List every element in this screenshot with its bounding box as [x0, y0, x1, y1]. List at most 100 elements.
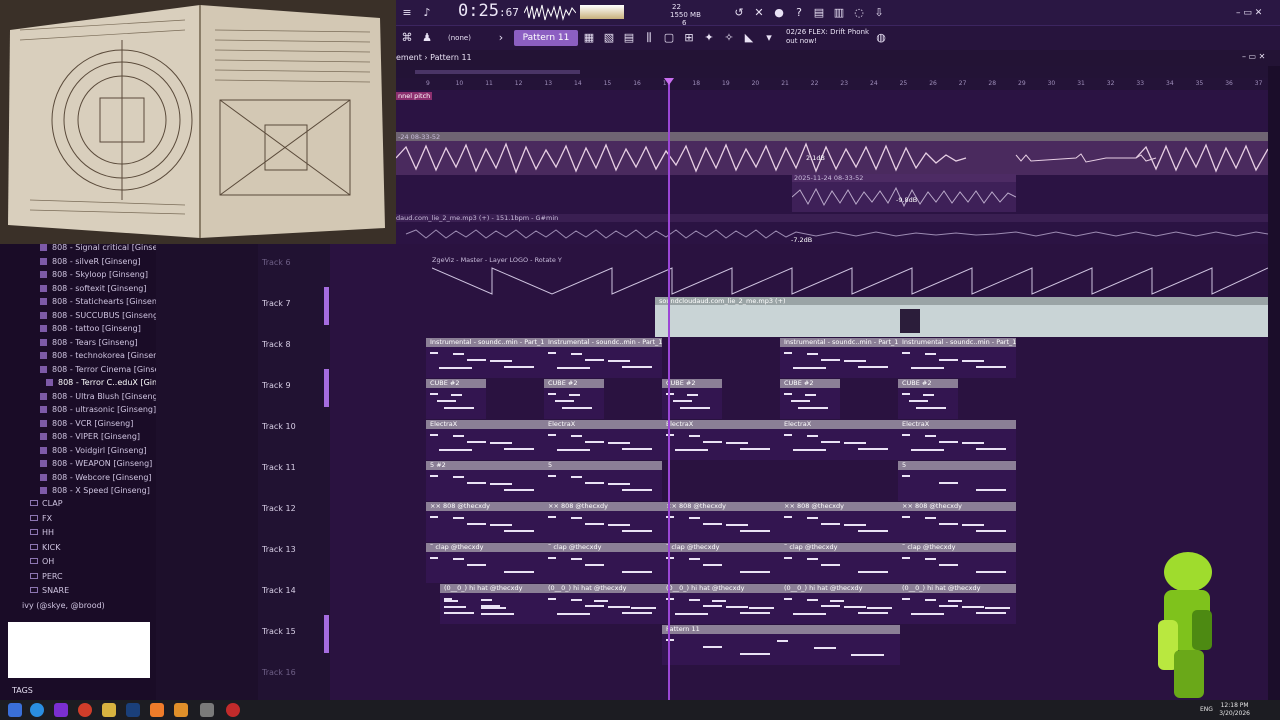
clip-label: (0__0_) hi hat @thecxdy	[440, 584, 544, 593]
note	[557, 613, 590, 615]
note	[925, 353, 936, 355]
clip-notes	[666, 639, 896, 661]
clip-notes	[548, 434, 658, 456]
pattern-clip[interactable]: Pattern 11	[662, 625, 900, 665]
pattern-clip[interactable]: ˜ clap @thecxdy	[662, 543, 780, 583]
pattern-clip[interactable]: CUBE #2	[544, 379, 604, 419]
note	[571, 435, 582, 437]
pattern-clip[interactable]: ElectraX	[780, 420, 898, 460]
note	[784, 598, 792, 600]
note	[902, 516, 910, 518]
clip-notes	[666, 516, 776, 538]
note	[858, 448, 888, 450]
pattern-clip[interactable]: ElectraX	[426, 420, 544, 460]
taskbar-clock[interactable]: 12:18 PM 3/20/2026	[1219, 702, 1250, 718]
app-icon[interactable]	[174, 703, 188, 717]
pattern-clip[interactable]: ×× 808 @thecxdy	[544, 502, 662, 542]
note	[925, 558, 936, 560]
note	[985, 607, 1010, 609]
pattern-clip[interactable]: Instrumental - soundc..min - Part_1 #2	[780, 338, 898, 378]
clip-label: Instrumental - soundc..min - Part_1 #2	[544, 338, 662, 347]
note	[805, 394, 816, 396]
note	[948, 600, 962, 602]
note	[793, 367, 826, 369]
note	[481, 599, 492, 601]
clip-label: 5 #2	[426, 461, 544, 470]
pattern-clip[interactable]: ˜ clap @thecxdy	[544, 543, 662, 583]
pattern-clip[interactable]: ˜ clap @thecxdy	[898, 543, 1016, 583]
clip-notes	[784, 516, 894, 538]
record-icon[interactable]	[226, 703, 240, 717]
note	[925, 517, 936, 519]
playhead-marker-icon[interactable]	[664, 78, 674, 85]
pattern-clip[interactable]: ˜ clap @thecxdy	[426, 543, 544, 583]
note	[902, 434, 910, 436]
note	[504, 571, 534, 573]
pattern-clip[interactable]: (0__0_) hi hat @thecxdy	[440, 584, 544, 624]
pattern-clip[interactable]: ˜ clap @thecxdy	[780, 543, 898, 583]
pattern-clip[interactable]: (0__0_) hi hat @thecxdy	[662, 584, 780, 624]
note	[851, 654, 884, 656]
note	[569, 394, 580, 396]
clip-label: (0__0_) hi hat @thecxdy	[544, 584, 662, 593]
obs-icon[interactable]	[54, 703, 68, 717]
pattern-clip[interactable]: 5 #2	[426, 461, 544, 501]
note	[807, 435, 818, 437]
pattern-clip[interactable]: ×× 808 @thecxdy	[780, 502, 898, 542]
note	[726, 606, 748, 608]
pattern-clip[interactable]: CUBE #2	[898, 379, 958, 419]
clip-label: CUBE #2	[544, 379, 604, 388]
windows-start-icon[interactable]	[8, 703, 22, 717]
note	[939, 359, 958, 361]
pattern-clip[interactable]: (0__0_) hi hat @thecxdy	[898, 584, 1016, 624]
settings-icon[interactable]	[200, 703, 214, 717]
clip-notes	[784, 434, 894, 456]
pattern-clip[interactable]: Instrumental - soundc..min - Part_1 #2	[898, 338, 1016, 378]
clip-label: ˜ clap @thecxdy	[662, 543, 780, 552]
pattern-clip[interactable]: CUBE #2	[662, 379, 722, 419]
clip-notes	[430, 393, 482, 415]
pattern-clip[interactable]: 5	[544, 461, 662, 501]
note	[430, 352, 438, 354]
note	[902, 557, 910, 559]
note	[608, 483, 630, 485]
pattern-clip[interactable]: (0__0_) hi hat @thecxdy	[780, 584, 898, 624]
pattern-clip[interactable]: Instrumental - soundc..min - Part_1 #2	[426, 338, 544, 378]
pattern-clip[interactable]: (0__0_) hi hat @thecxdy	[544, 584, 662, 624]
pattern-clip[interactable]: ElectraX	[662, 420, 780, 460]
language-indicator[interactable]: ENG	[1200, 706, 1213, 713]
note	[548, 475, 556, 477]
note	[622, 612, 652, 614]
playhead[interactable]	[668, 80, 670, 700]
clip-label: ×× 808 @thecxdy	[662, 502, 780, 511]
note	[916, 407, 946, 409]
note	[909, 400, 928, 402]
clip-notes	[666, 557, 776, 579]
clip-label: ×× 808 @thecxdy	[780, 502, 898, 511]
note	[548, 516, 556, 518]
note	[490, 360, 512, 362]
note	[976, 489, 1006, 491]
fl-studio-icon[interactable]	[150, 703, 164, 717]
pattern-clip[interactable]: CUBE #2	[780, 379, 840, 419]
pattern-clip[interactable]: 5	[898, 461, 1016, 501]
edge-icon[interactable]	[30, 703, 44, 717]
pattern-clip[interactable]: ElectraX	[544, 420, 662, 460]
note	[939, 482, 958, 484]
clip-label: (0__0_) hi hat @thecxdy	[780, 584, 898, 593]
pattern-clip[interactable]: Instrumental - soundc..min - Part_1 #2	[544, 338, 662, 378]
note	[784, 393, 792, 395]
pattern-clip[interactable]: ElectraX	[898, 420, 1016, 460]
folder-icon[interactable]	[102, 703, 116, 717]
note	[962, 524, 984, 526]
clip-notes	[902, 475, 1012, 497]
pattern-clip[interactable]: CUBE #2	[426, 379, 486, 419]
photoshop-icon[interactable]	[126, 703, 140, 717]
note	[430, 393, 438, 395]
pattern-clip[interactable]: ×× 808 @thecxdy	[898, 502, 1016, 542]
note	[740, 530, 770, 532]
chrome-icon[interactable]	[78, 703, 92, 717]
pattern-clip[interactable]: ×× 808 @thecxdy	[426, 502, 544, 542]
pattern-clip[interactable]: ×× 808 @thecxdy	[662, 502, 780, 542]
clip-notes	[784, 352, 894, 374]
